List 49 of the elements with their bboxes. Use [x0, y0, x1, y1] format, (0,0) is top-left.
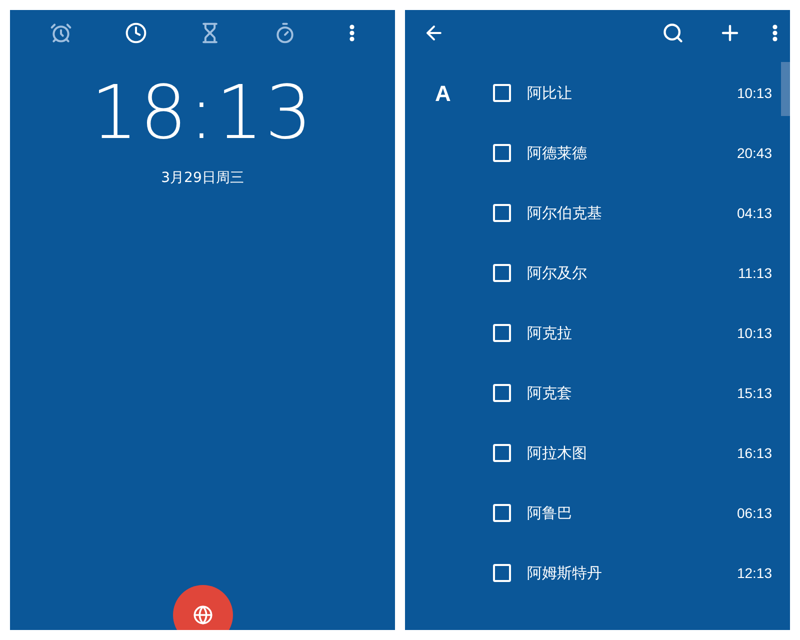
city-row[interactable]: 阿尔及尔 11:13 — [405, 243, 781, 303]
city-row[interactable]: 阿拉木图 16:13 — [405, 423, 781, 483]
checkbox[interactable] — [493, 144, 511, 162]
city-time: 10:13 — [736, 84, 772, 102]
city-row[interactable]: 阿德莱德 20:43 — [405, 123, 781, 183]
city-row[interactable]: 阿鲁巴 06:13 — [405, 483, 781, 543]
city-row[interactable]: 阿姆斯特丹 12:13 — [405, 543, 781, 603]
more-icon — [348, 24, 355, 42]
city-name: 阿克拉 — [527, 322, 573, 344]
clock-date: 3月29日周三 — [161, 169, 244, 188]
cities-button[interactable] — [173, 585, 233, 630]
city-time: 15:13 — [736, 384, 772, 402]
city-time: 06:13 — [736, 504, 772, 522]
city-time: 16:13 — [736, 444, 772, 462]
city-row[interactable]: 阿克套 15:13 — [405, 363, 781, 423]
checkbox[interactable] — [493, 564, 511, 582]
city-time: 12:13 — [736, 564, 772, 582]
checkbox[interactable] — [493, 84, 511, 102]
scrollbar[interactable] — [781, 62, 790, 116]
section-letter: A — [435, 80, 451, 106]
city-row[interactable]: A 阿比让 10:13 — [405, 63, 781, 123]
alarm-clock-icon — [50, 22, 72, 44]
more-icon — [772, 24, 778, 42]
checkbox[interactable] — [493, 264, 511, 282]
city-name: 阿鲁巴 — [527, 502, 573, 524]
city-name: 阿尔及尔 — [527, 262, 588, 284]
city-row[interactable]: 阿尔伯克基 04:13 — [405, 183, 781, 243]
checkbox[interactable] — [493, 504, 511, 522]
city-name: 阿比让 — [527, 82, 573, 104]
checkbox[interactable] — [493, 444, 511, 462]
city-name: 阿拉木图 — [527, 442, 588, 464]
city-name: 阿德莱德 — [527, 142, 588, 164]
globe-icon — [193, 605, 213, 625]
city-row[interactable]: 阿克拉 10:13 — [405, 303, 781, 363]
checkbox[interactable] — [493, 384, 511, 402]
city-time: 11:13 — [738, 264, 772, 282]
stopwatch-icon — [274, 22, 296, 44]
city-time: 04:13 — [736, 204, 772, 222]
clock-icon — [124, 22, 147, 44]
city-time: 10:13 — [736, 324, 772, 342]
search-button[interactable] — [662, 22, 684, 44]
more-menu-button[interactable] — [772, 24, 778, 42]
checkbox[interactable] — [493, 324, 511, 342]
city-name: 阿克套 — [527, 382, 573, 404]
city-name: 阿姆斯特丹 — [527, 562, 603, 584]
city-name: 阿尔伯克基 — [527, 202, 603, 224]
city-time: 20:43 — [736, 144, 772, 162]
clock-time: 18:13 — [90, 76, 314, 150]
checkbox[interactable] — [493, 204, 511, 222]
